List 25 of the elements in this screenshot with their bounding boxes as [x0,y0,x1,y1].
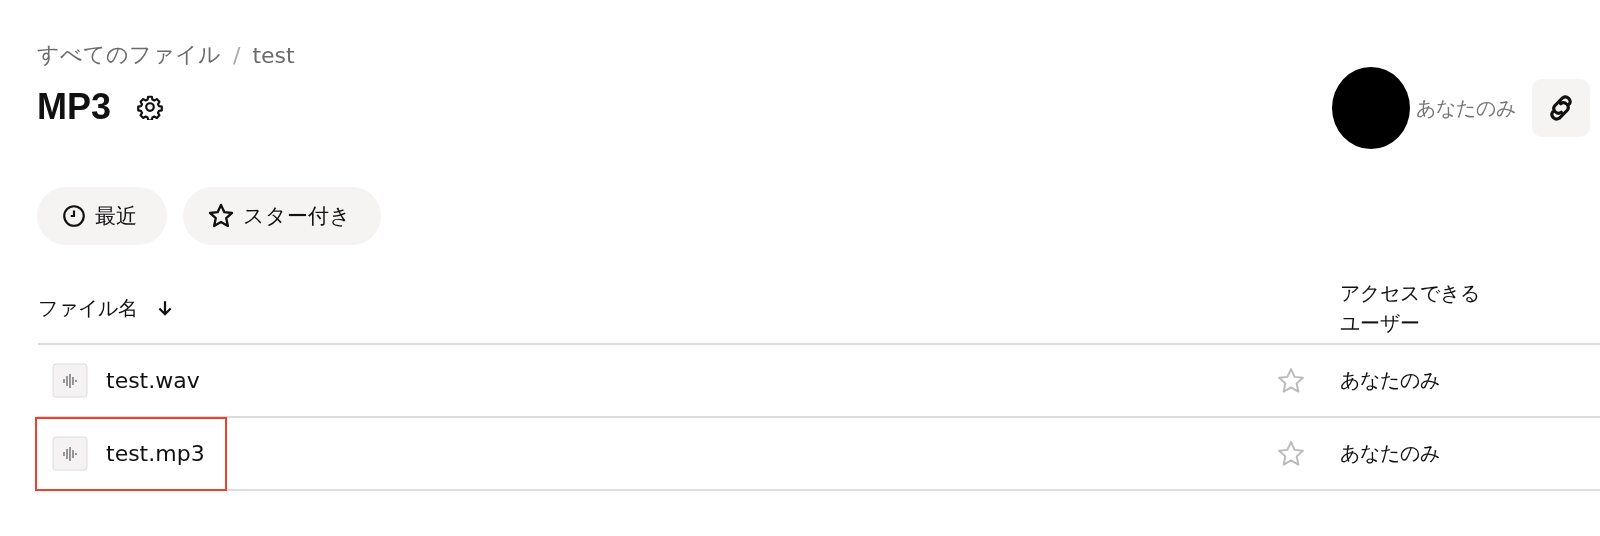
settings-icon[interactable] [137,94,164,120]
sharing-label: あなたのみ [1416,94,1516,122]
link-icon [1547,94,1575,122]
folder-title: MP3 [37,86,112,128]
audio-file-icon [52,435,88,472]
table-row[interactable]: test.mp3 あなたのみ [37,418,1600,491]
breadcrumb-link[interactable]: すべてのファイル [37,40,221,70]
breadcrumb-link[interactable]: test [252,42,295,68]
clock-icon [61,203,87,229]
star-icon[interactable] [1276,438,1306,469]
file-name[interactable]: test.wav [106,368,200,393]
breadcrumb-separator: / [233,42,241,68]
column-header: アクセスできるユーザー [1340,280,1481,337]
arrow-down-icon[interactable] [156,299,174,317]
audio-file-icon [52,362,88,399]
star-icon [207,202,235,230]
table-row[interactable]: test.wav あなたのみ [37,345,1600,418]
access-text: あなたのみ [1340,441,1440,465]
filter-chip[interactable]: 最近 [37,187,167,245]
filter-chip[interactable]: スター付き [183,187,381,245]
star-icon[interactable] [1276,365,1306,396]
copy-link-button[interactable] [1532,79,1590,137]
access-text: あなたのみ [1340,368,1440,392]
column-header[interactable]: ファイル名 [38,294,138,322]
file-name[interactable]: test.mp3 [106,441,205,466]
